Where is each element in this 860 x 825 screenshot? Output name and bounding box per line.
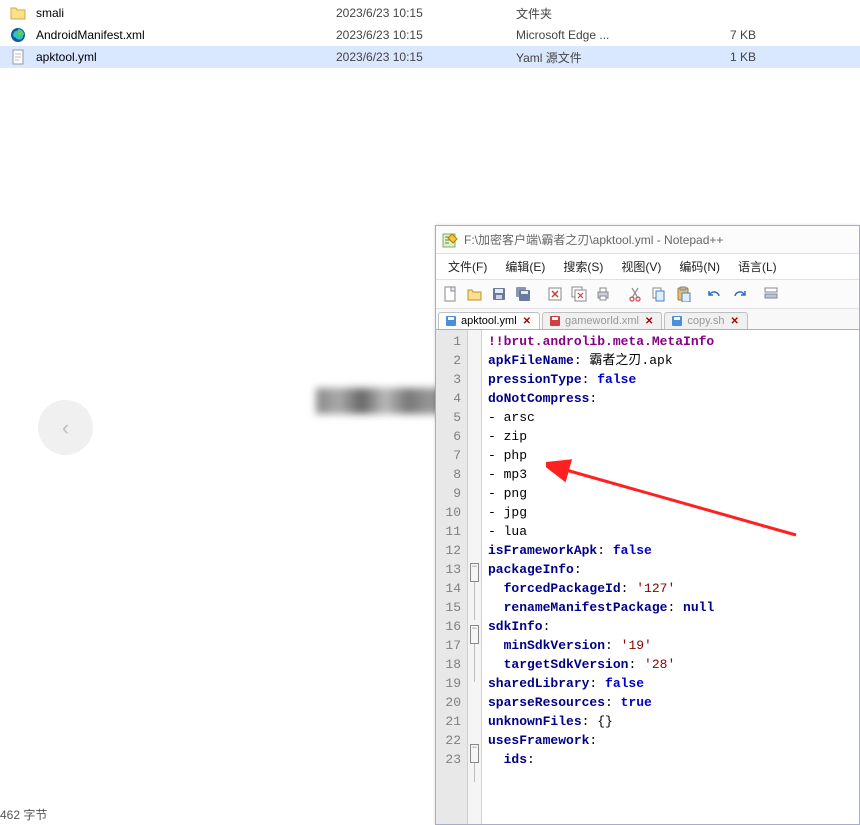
file-date: 2023/6/23 10:15: [336, 28, 516, 42]
disk-icon: [445, 315, 457, 327]
tab-close-icon[interactable]: ✕: [643, 316, 655, 327]
copy-button[interactable]: [648, 283, 670, 305]
print-button[interactable]: [592, 283, 614, 305]
tab-label: copy.sh: [687, 315, 724, 327]
status-bar: 462 字节: [0, 806, 47, 823]
file-name: AndroidManifest.xml: [36, 28, 336, 42]
undo-button[interactable]: [704, 283, 726, 305]
file-type: Microsoft Edge ...: [516, 28, 686, 42]
window-titlebar[interactable]: F:\加密客户端\霸者之刃\apktool.yml - Notepad++: [436, 226, 859, 254]
cut-button[interactable]: [624, 283, 646, 305]
tab-label: apktool.yml: [461, 315, 517, 327]
file-date: 2023/6/23 10:15: [336, 6, 516, 20]
save-all-button[interactable]: [512, 283, 534, 305]
file-size: 7 KB: [686, 28, 756, 42]
folder-icon: [10, 5, 26, 21]
tab-label: gameworld.xml: [565, 315, 639, 327]
redo-button[interactable]: [728, 283, 750, 305]
file-row[interactable]: apktool.yml2023/6/23 10:15Yaml 源文件1 KB: [0, 46, 860, 68]
code-content[interactable]: !!brut.androlib.meta.MetaInfo apkFileNam…: [482, 330, 859, 824]
window-title: F:\加密客户端\霸者之刃\apktool.yml - Notepad++: [464, 231, 723, 248]
close-all-button[interactable]: [568, 283, 590, 305]
file-date: 2023/6/23 10:15: [336, 50, 516, 64]
new-file-button[interactable]: [440, 283, 462, 305]
edge-icon: [10, 27, 26, 43]
open-file-button[interactable]: [464, 283, 486, 305]
tab-close-icon[interactable]: ✕: [728, 316, 740, 327]
prev-button[interactable]: ‹: [38, 400, 93, 455]
disk-icon: [549, 315, 561, 327]
tab-close-icon[interactable]: ✕: [521, 316, 533, 327]
file-size: 1 KB: [686, 50, 756, 64]
menu-item[interactable]: 视图(V): [613, 256, 669, 277]
file-row[interactable]: smali2023/6/23 10:15文件夹: [0, 2, 860, 24]
line-number-gutter: 1234567891011121314151617181920212223: [436, 330, 468, 824]
file-name: apktool.yml: [36, 50, 336, 64]
editor-area[interactable]: 1234567891011121314151617181920212223 −−…: [436, 330, 859, 824]
menu-item[interactable]: 编码(N): [671, 256, 728, 277]
fold-column[interactable]: −−−: [468, 330, 482, 824]
close-button[interactable]: [544, 283, 566, 305]
save-button[interactable]: [488, 283, 510, 305]
toolbar: [436, 280, 859, 309]
file-name: smali: [36, 6, 336, 20]
file-type: 文件夹: [516, 5, 686, 22]
menu-item[interactable]: 编辑(E): [497, 256, 553, 277]
notepadpp-icon: [442, 232, 458, 248]
chevron-left-icon: ‹: [62, 415, 69, 441]
file-type: Yaml 源文件: [516, 49, 686, 66]
menu-item[interactable]: 语言(L): [730, 256, 785, 277]
file-list: smali2023/6/23 10:15文件夹AndroidManifest.x…: [0, 0, 860, 70]
disk-icon: [671, 315, 683, 327]
notepadpp-window: F:\加密客户端\霸者之刃\apktool.yml - Notepad++ 文件…: [435, 225, 860, 825]
file-row[interactable]: AndroidManifest.xml2023/6/23 10:15Micros…: [0, 24, 860, 46]
find-button[interactable]: [760, 283, 782, 305]
file-icon: [10, 49, 26, 65]
editor-tab[interactable]: gameworld.xml ✕: [542, 312, 662, 329]
menubar: 文件(F)编辑(E)搜索(S)视图(V)编码(N)语言(L): [436, 254, 859, 280]
editor-tabs: apktool.yml ✕ gameworld.xml ✕ copy.sh ✕: [436, 309, 859, 330]
paste-button[interactable]: [672, 283, 694, 305]
editor-tab[interactable]: apktool.yml ✕: [438, 312, 540, 329]
editor-tab[interactable]: copy.sh ✕: [664, 312, 747, 329]
menu-item[interactable]: 搜索(S): [555, 256, 611, 277]
menu-item[interactable]: 文件(F): [440, 256, 495, 277]
